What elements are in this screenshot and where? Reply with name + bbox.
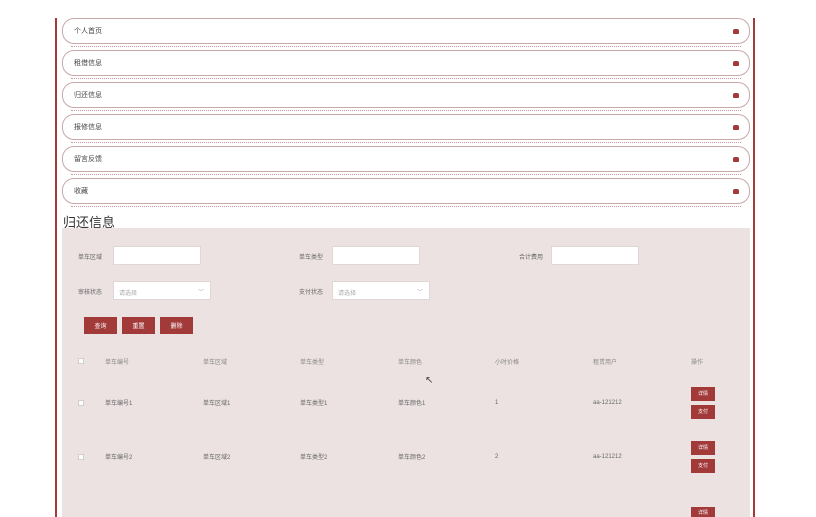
menu-item-repair[interactable]: 报修信息: [62, 114, 750, 143]
menu-item-return[interactable]: 归还信息: [62, 82, 750, 111]
sidebar-menu: 个人首页 租借信息 归还信息 报修信息 留言反馈 收藏: [62, 18, 750, 210]
row-checkbox[interactable]: [78, 399, 84, 406]
tag-icon: [733, 125, 739, 130]
table-row: 详情: [72, 484, 744, 517]
select-all-checkbox[interactable]: [78, 358, 84, 364]
region-input[interactable]: [113, 246, 201, 265]
cell-user: aa-121212: [587, 376, 685, 429]
row-checkbox-cell[interactable]: [72, 376, 99, 429]
cell-actions: 详情 支付: [685, 376, 744, 429]
pay-button[interactable]: 支付: [691, 404, 715, 419]
fee-label: 合计费用: [519, 255, 544, 261]
tag-icon: [733, 157, 739, 162]
tag-icon: [733, 61, 739, 66]
tag-icon: [733, 29, 739, 34]
mouse-cursor-icon: ↖: [425, 375, 434, 386]
cell-region: 单车区域1: [197, 376, 294, 429]
cell-actions: 详情: [685, 484, 744, 517]
pay-select[interactable]: 请选择 ﹀: [332, 281, 430, 300]
menu-item-feedback[interactable]: 留言反馈: [62, 146, 750, 175]
menu-item-label: 报修信息: [74, 124, 102, 131]
cell-price: 2: [489, 430, 587, 483]
review-select[interactable]: 请选择 ﹀: [113, 281, 211, 300]
query-button[interactable]: 查询: [84, 317, 117, 334]
type-input[interactable]: [332, 246, 420, 265]
header-checkbox-cell[interactable]: [72, 347, 99, 375]
header-bike-no: 单车编号: [99, 347, 197, 375]
review-label: 审核状态: [78, 290, 103, 296]
header-user: 租赁用户: [587, 347, 685, 375]
content-panel: 单车区域 单车类型 合计费用 审核状态 请选择 ﹀ 支付状态 请选择 ﹀ 查询 …: [62, 228, 750, 517]
cell-bike-no: 单车编号2: [99, 430, 197, 483]
table-header-row: 单车编号 单车区域 单车类型 单车颜色 小时价格 租赁用户 操作: [72, 347, 744, 376]
cell-actions: 详情 支付: [685, 430, 744, 483]
tag-icon: [733, 189, 739, 194]
cell-price: [489, 484, 587, 517]
header-type: 单车类型: [294, 347, 392, 375]
menu-item-favorites[interactable]: 收藏: [62, 178, 750, 207]
menu-item-label: 个人首页: [74, 28, 102, 35]
row-checkbox[interactable]: [78, 453, 84, 460]
tag-icon: [733, 93, 739, 98]
frame-left-border: [55, 18, 57, 517]
menu-item-label: 租借信息: [74, 60, 102, 67]
detail-button[interactable]: 详情: [691, 440, 715, 455]
pay-select-value: 请选择: [338, 291, 357, 297]
table-row: 单车编号1 单车区域1 单车类型1 单车颜色1 1 aa-121212 详情 支…: [72, 376, 744, 430]
cell-price: 1: [489, 376, 587, 429]
cell-type: 单车类型1: [294, 376, 392, 429]
cell-region: 单车区域2: [197, 430, 294, 483]
header-color: 单车颜色: [392, 347, 489, 375]
cell-region: [197, 484, 294, 517]
detail-button[interactable]: 详情: [691, 507, 715, 517]
pay-label: 支付状态: [299, 290, 324, 296]
cell-bike-no: [99, 484, 197, 517]
reset-button[interactable]: 重置: [122, 317, 155, 334]
menu-item-label: 收藏: [74, 188, 88, 195]
chevron-down-icon: ﹀: [416, 290, 423, 296]
type-label: 单车类型: [299, 255, 324, 261]
menu-item-label: 归还信息: [74, 92, 102, 99]
menu-item-rental[interactable]: 租借信息: [62, 50, 750, 79]
table-row: 单车编号2 单车区域2 单车类型2 单车颜色2 2 aa-121212 详情 支…: [72, 430, 744, 484]
delete-button[interactable]: 删除: [160, 317, 193, 334]
row-checkbox-cell: [72, 484, 99, 517]
cell-user: [587, 484, 685, 517]
cell-color: 单车颜色2: [392, 430, 489, 483]
header-actions: 操作: [691, 359, 704, 366]
cell-type: [294, 484, 392, 517]
cell-bike-no: 单车编号1: [99, 376, 197, 429]
fee-input[interactable]: [551, 246, 639, 265]
cell-color: [392, 484, 489, 517]
review-select-value: 请选择: [119, 291, 138, 297]
menu-item-label: 留言反馈: [74, 156, 102, 163]
chevron-down-icon: ﹀: [197, 290, 204, 296]
cell-user: aa-121212: [587, 430, 685, 483]
cell-type: 单车类型2: [294, 430, 392, 483]
region-label: 单车区域: [78, 255, 103, 261]
frame-right-border: [753, 18, 755, 517]
header-price: 小时价格: [489, 347, 587, 375]
pay-button[interactable]: 支付: [691, 458, 715, 473]
row-checkbox-cell[interactable]: [72, 430, 99, 483]
detail-button[interactable]: 详情: [691, 386, 715, 401]
cell-color: 单车颜色1: [392, 376, 489, 429]
menu-item-home[interactable]: 个人首页: [62, 18, 750, 47]
header-region: 单车区域: [197, 347, 294, 375]
